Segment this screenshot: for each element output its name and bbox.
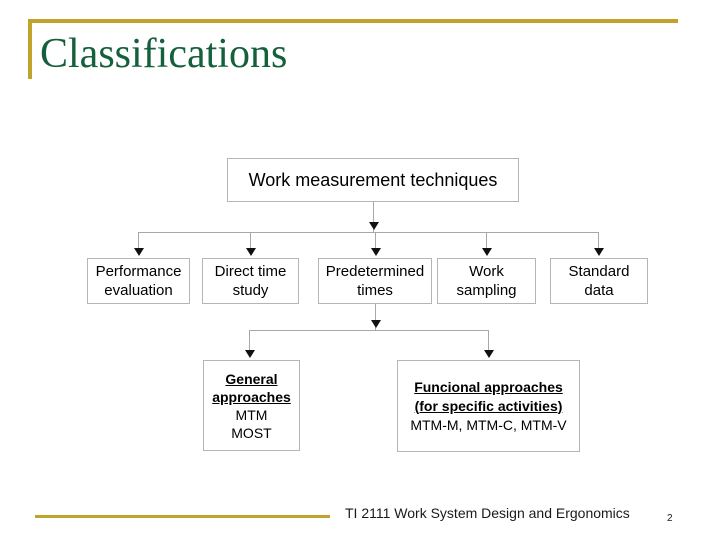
- work-measurement-techniques-diagram: Work measurement techniques Performance …: [0, 0, 720, 540]
- node-label-line1: Performance: [95, 263, 182, 280]
- connector-level2-bus: [138, 232, 598, 233]
- node-work-sampling[interactable]: Work sampling: [437, 258, 536, 304]
- node-label: Performance evaluation: [88, 262, 189, 300]
- footer-text: TI 2111 Work System Design and Ergonomic…: [345, 505, 630, 521]
- node-label-line2: data: [584, 282, 614, 299]
- arrowhead-work-sampling: [482, 248, 492, 256]
- node-label: Predetermined times: [319, 262, 431, 300]
- arrowhead-level3-bus: [371, 320, 381, 328]
- node-label-line2: evaluation: [104, 282, 173, 299]
- connector-level3-bus: [249, 330, 489, 331]
- node-heading-line2: approaches: [212, 388, 291, 405]
- node-work-measurement-techniques[interactable]: Work measurement techniques: [227, 158, 519, 202]
- node-predetermined-times[interactable]: Predetermined times: [318, 258, 432, 304]
- node-direct-time-study[interactable]: Direct time study: [202, 258, 299, 304]
- node-label: Direct time study: [203, 262, 298, 300]
- node-general-approaches[interactable]: General approaches MTM MOST: [203, 360, 300, 451]
- node-label-line1: Predetermined: [325, 263, 425, 280]
- node-heading-line2: (for specific activities): [414, 397, 563, 414]
- arrowhead-functional-approaches: [484, 350, 494, 358]
- node-label: Work measurement techniques: [248, 169, 498, 190]
- node-label: General approaches MTM MOST: [204, 370, 299, 442]
- arrowhead-root-stem: [369, 222, 379, 230]
- node-heading-line1: Funcional approaches: [414, 378, 563, 395]
- page-number: 2: [667, 513, 673, 524]
- node-detail-line2: MOST: [231, 424, 272, 441]
- connector-drop-functional-approaches: [488, 330, 489, 350]
- node-label-line2: sampling: [456, 282, 517, 299]
- node-label: Standard data: [551, 262, 647, 300]
- arrowhead-direct-time-study: [246, 248, 256, 256]
- node-label: Funcional approaches (for specific activ…: [398, 378, 579, 435]
- node-label: Work sampling: [438, 262, 535, 300]
- node-label-line1: Standard: [568, 263, 630, 280]
- node-standard-data[interactable]: Standard data: [550, 258, 648, 304]
- arrowhead-standard-data: [594, 248, 604, 256]
- node-functional-approaches[interactable]: Funcional approaches (for specific activ…: [397, 360, 580, 452]
- node-detail-line1: MTM: [235, 406, 268, 423]
- node-label-line2: study: [232, 282, 269, 299]
- node-label-line2: times: [357, 282, 393, 299]
- node-detail-line1: MTM-M, MTM-C, MTM-V: [410, 416, 567, 433]
- node-heading-line1: General: [225, 370, 278, 387]
- arrowhead-general-approaches: [245, 350, 255, 358]
- node-label-line1: Direct time: [214, 263, 287, 280]
- arrowhead-performance-evaluation: [134, 248, 144, 256]
- arrowhead-predetermined-times: [371, 248, 381, 256]
- node-label-line1: Work: [469, 263, 504, 280]
- footer-accent-rule: [35, 515, 330, 518]
- node-performance-evaluation[interactable]: Performance evaluation: [87, 258, 190, 304]
- connector-drop-general-approaches: [249, 330, 250, 350]
